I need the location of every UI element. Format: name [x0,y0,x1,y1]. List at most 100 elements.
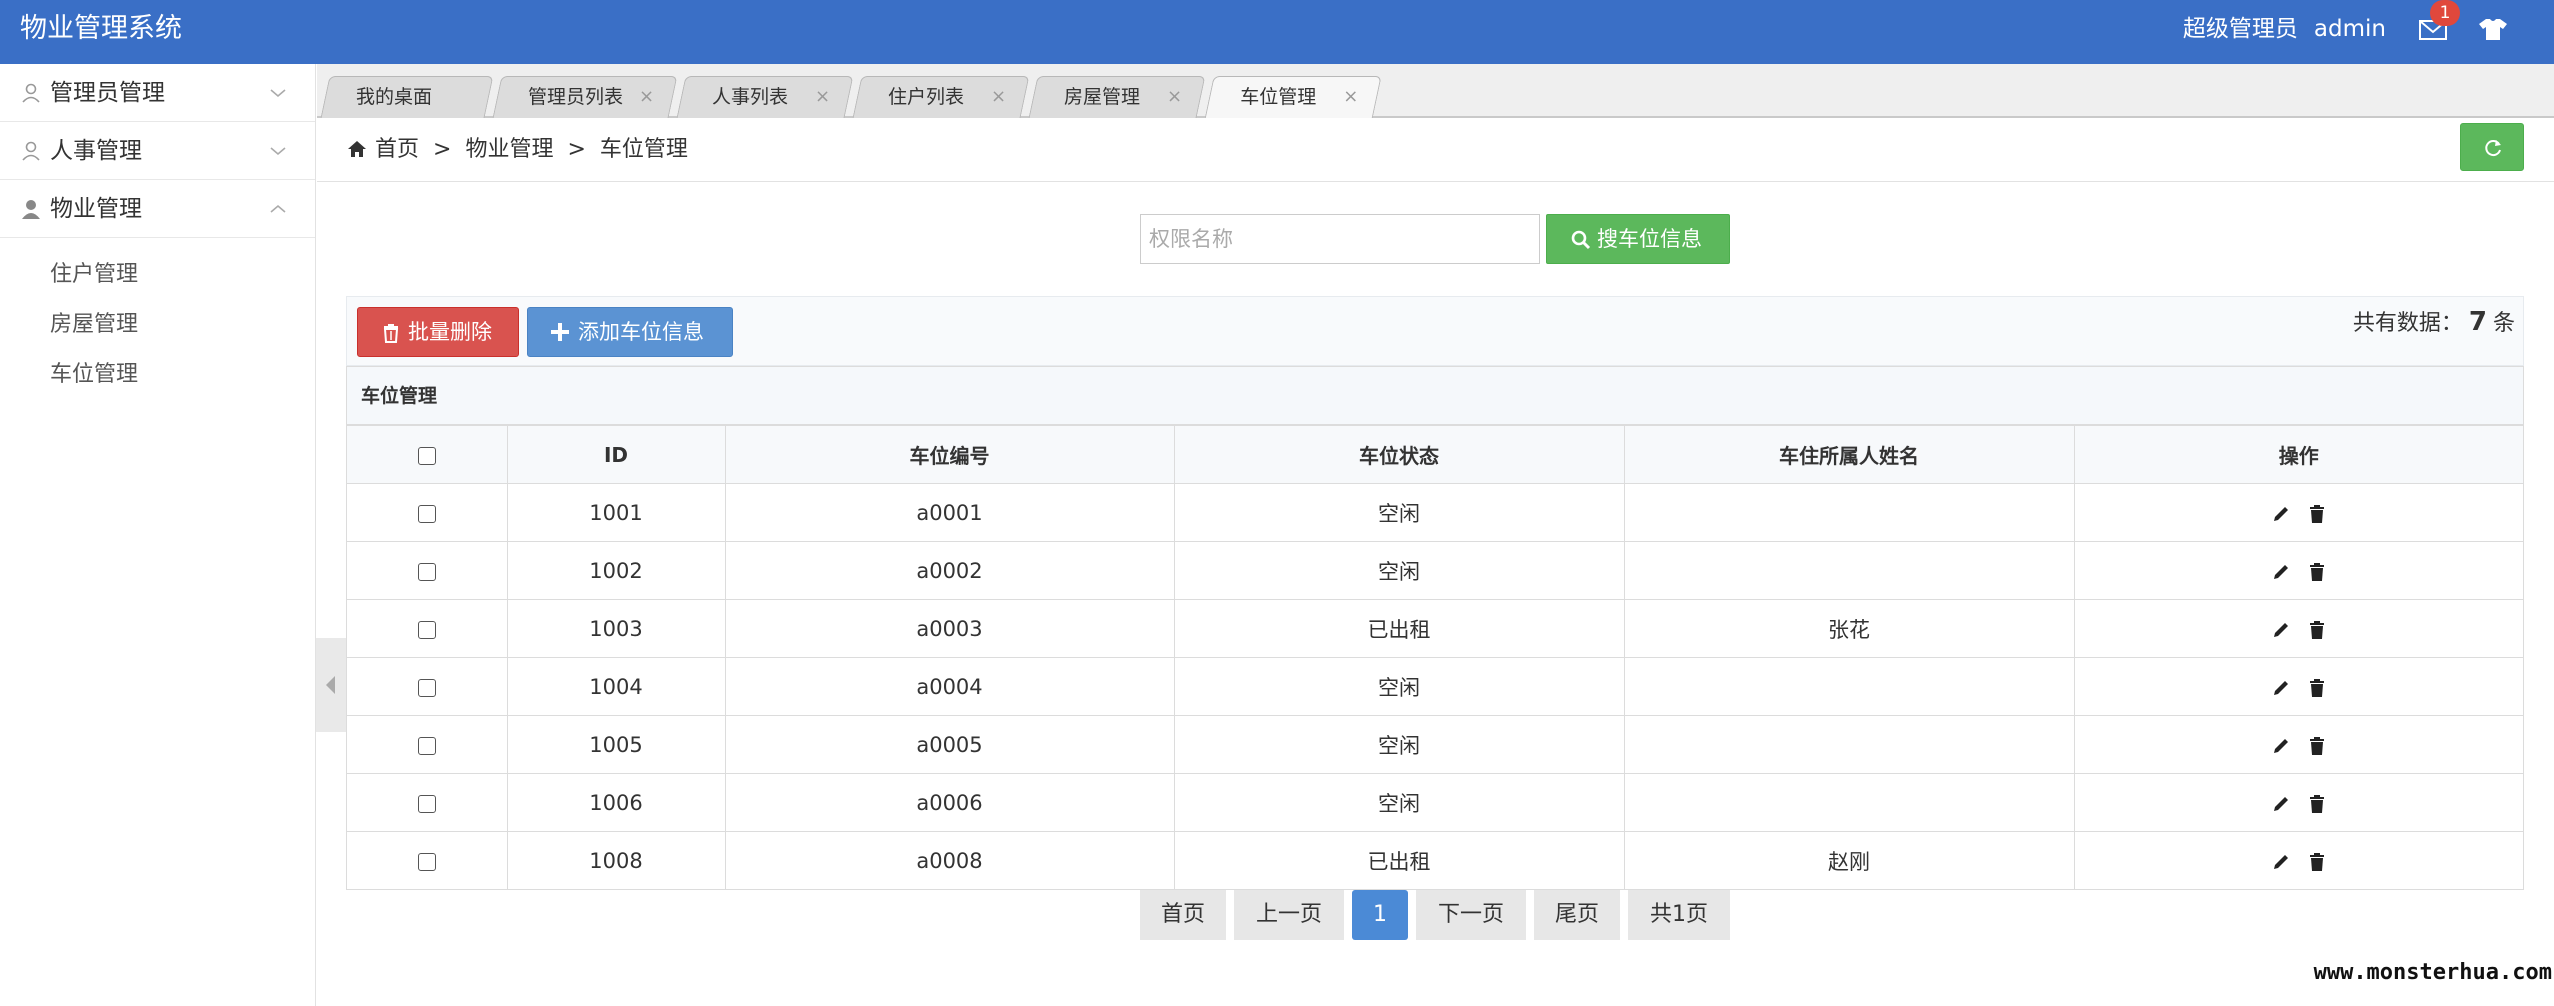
refresh-button[interactable] [2460,123,2524,171]
sidebar-group-label: 人事管理 [50,138,142,164]
cell-actions [2073,541,2523,600]
breadcrumb-separator: > [433,137,452,162]
sidebar-group-admin[interactable]: 管理员管理 [0,64,315,122]
edit-pencil-icon[interactable] [2271,794,2291,814]
theme-shirt-icon[interactable] [2476,14,2510,44]
column-header-status: 车位状态 [1173,425,1625,484]
total-suffix: 条 [2492,311,2515,336]
pagination-next[interactable]: 下一页 [1416,890,1526,940]
select-all-cell [347,425,508,484]
cell-code: a0004 [724,657,1175,716]
watermark: www.monsterhua.com [2313,960,2552,985]
caret-left-icon [326,676,335,694]
edit-pencil-icon[interactable] [2271,736,2291,756]
refresh-icon [2485,140,2501,157]
tab-parking-manage[interactable]: 车位管理 × [1204,76,1382,120]
parking-table-panel: 车位管理 ID 车位编号 车位状态 车住所属人姓名 操作 1001 a0001 … [346,366,2524,890]
tab-house-manage[interactable]: 房屋管理 × [1028,76,1206,118]
sidebar-group-hr[interactable]: 人事管理 [0,122,315,180]
pagination-current-page[interactable]: 1 [1352,890,1408,940]
cell-owner [1623,483,2075,542]
cell-owner: 赵刚 [1623,831,2075,890]
row-checkbox[interactable] [417,620,436,639]
cell-actions [2073,715,2523,774]
select-all-checkbox[interactable] [417,447,436,465]
row-checkbox[interactable] [417,794,436,813]
cell-id: 1002 [506,541,726,600]
edit-pencil-icon[interactable] [2271,678,2291,698]
cell-status: 已出租 [1173,599,1625,658]
search-input[interactable] [1140,214,1540,264]
cell-id: 1005 [506,715,726,774]
sidebar-group-property[interactable]: 物业管理 [0,180,315,238]
batch-delete-button[interactable]: 批量删除 [357,307,519,357]
edit-pencil-icon[interactable] [2271,562,2291,582]
chevron-down-icon [270,89,286,98]
row-checkbox[interactable] [417,562,436,581]
pagination-first[interactable]: 首页 [1140,890,1226,940]
cell-status: 空闲 [1173,541,1625,600]
sidebar-item-houses[interactable]: 房屋管理 [0,300,315,350]
close-icon[interactable]: × [1167,77,1182,117]
cell-actions [2073,483,2523,542]
delete-trash-icon[interactable] [2307,620,2327,640]
parking-table: ID 车位编号 车位状态 车住所属人姓名 操作 1001 a0001 空闲 10… [347,425,2523,890]
close-icon[interactable]: × [991,77,1006,117]
search-icon [1571,230,1591,250]
plus-icon [551,323,569,341]
sidebar-item-residents[interactable]: 住户管理 [0,250,315,300]
chevron-up-icon [270,204,286,213]
row-select-cell [347,715,508,774]
sidebar-collapse-toggle[interactable] [316,638,346,732]
row-select-cell [347,657,508,716]
row-checkbox[interactable] [417,736,436,755]
cell-code: a0006 [724,773,1175,832]
add-parking-button[interactable]: 添加车位信息 [527,307,733,357]
row-checkbox[interactable] [417,504,436,523]
search-button[interactable]: 搜车位信息 [1546,214,1730,264]
delete-trash-icon[interactable] [2307,794,2327,814]
delete-trash-icon[interactable] [2307,852,2327,872]
tab-bar: 我的桌面 管理员列表 × 人事列表 × 住户列表 × 房屋管理 × 车位管理 × [317,64,2554,120]
delete-trash-icon[interactable] [2307,678,2327,698]
edit-pencil-icon[interactable] [2271,504,2291,524]
sidebar: 管理员管理 人事管理 物业管理 住户管理 房屋管理 车位管理 [0,64,316,1006]
cell-id: 1001 [506,483,726,542]
chevron-down-icon [270,147,286,156]
row-select-cell [347,773,508,832]
cell-actions [2073,599,2523,658]
breadcrumb-home[interactable]: 首页 [375,137,419,162]
pagination-prev[interactable]: 上一页 [1234,890,1344,940]
top-header: 物业管理系统 超级管理员 admin 1 [0,0,2554,64]
table-row: 1008 a0008 已出租 赵刚 [347,831,2523,890]
batch-delete-label: 批量删除 [408,320,492,344]
tab-admin-list[interactable]: 管理员列表 × [492,76,678,118]
tab-resident-list[interactable]: 住户列表 × [852,76,1030,118]
delete-trash-icon[interactable] [2307,504,2327,524]
edit-pencil-icon[interactable] [2271,852,2291,872]
row-checkbox[interactable] [417,678,436,697]
delete-trash-icon[interactable] [2307,736,2327,756]
close-icon[interactable]: × [815,77,830,117]
table-row: 1005 a0005 空闲 [347,715,2523,774]
app-title: 物业管理系统 [20,13,182,44]
cell-code: a0008 [724,831,1175,890]
breadcrumb-property[interactable]: 物业管理 [465,137,553,162]
close-icon[interactable]: × [639,77,654,117]
tab-desktop[interactable]: 我的桌面 [320,76,494,118]
tab-hr-list[interactable]: 人事列表 × [676,76,854,118]
breadcrumb-separator: > [567,137,586,162]
user-info[interactable]: 超级管理员 admin [2183,14,2386,44]
pagination-last[interactable]: 尾页 [1534,890,1620,940]
delete-trash-icon[interactable] [2307,562,2327,582]
row-checkbox[interactable] [417,852,436,871]
add-parking-label: 添加车位信息 [578,320,704,344]
edit-pencil-icon[interactable] [2271,620,2291,640]
user-role: 超级管理员 [2182,16,2298,42]
close-icon[interactable]: × [1343,77,1358,117]
row-select-cell [347,541,508,600]
search-button-label: 搜车位信息 [1597,227,1702,251]
sidebar-item-parking[interactable]: 车位管理 [0,350,315,400]
sidebar-submenu: 住户管理 房屋管理 车位管理 [0,238,315,400]
table-row: 1002 a0002 空闲 [347,541,2523,600]
